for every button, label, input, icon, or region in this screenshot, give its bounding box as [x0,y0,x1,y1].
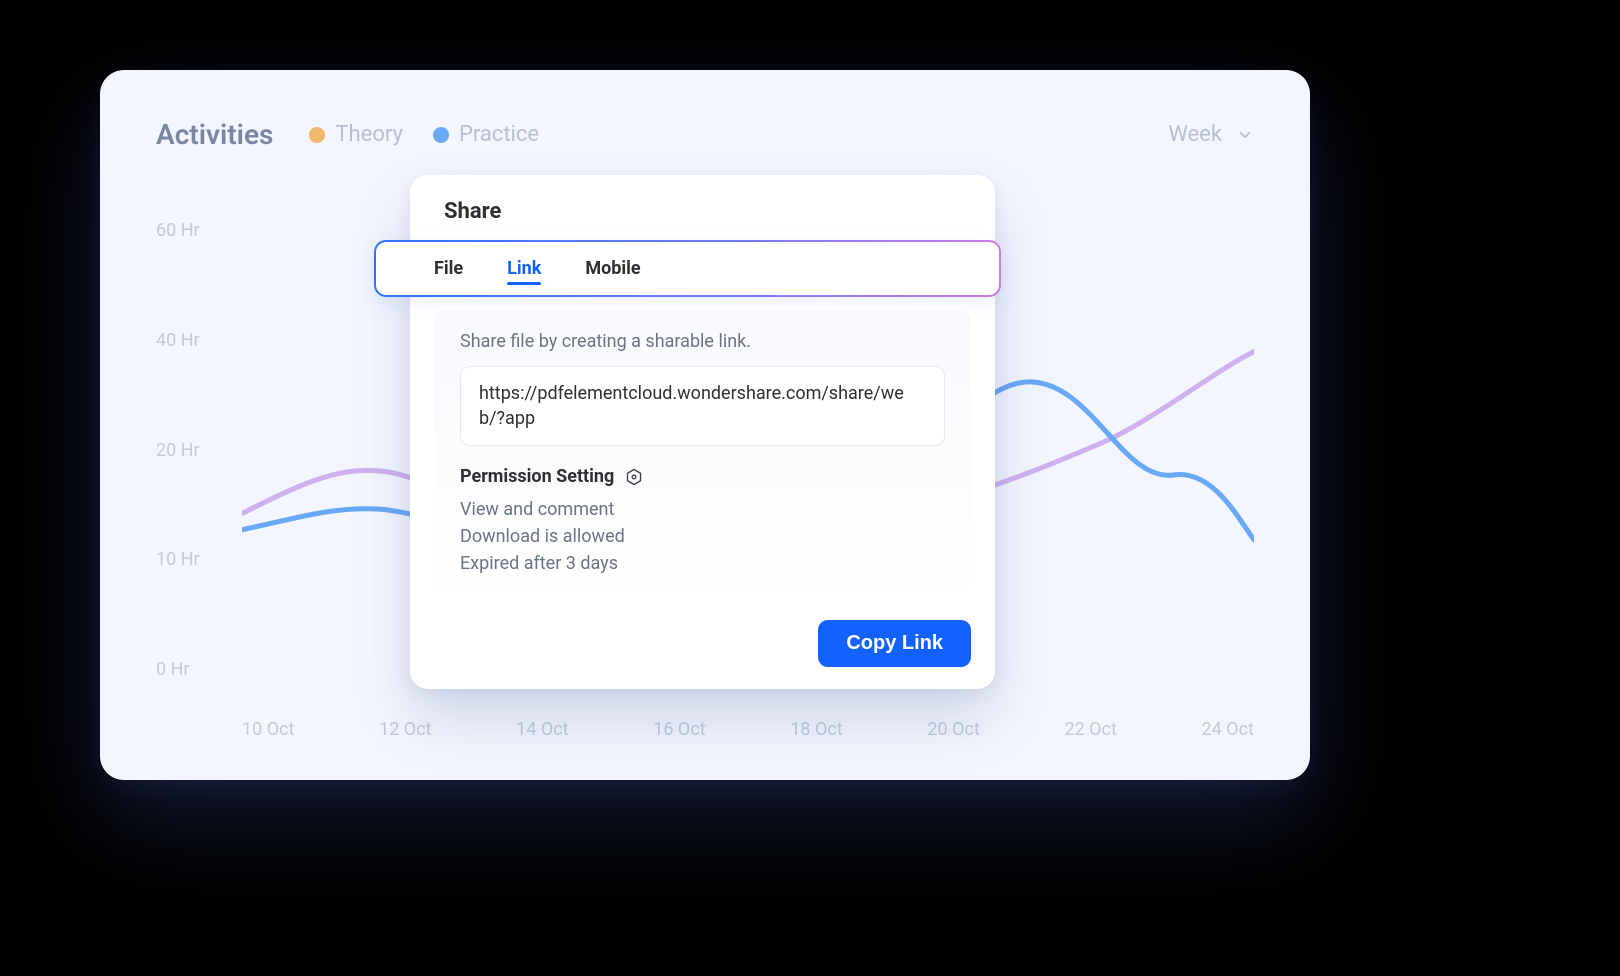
x-tick: 20 Oct [927,719,979,740]
share-tabs: File Link Mobile [374,240,1001,297]
permission-expiry: Expired after 3 days [460,553,945,574]
permission-view: View and comment [460,499,945,520]
legend-label-theory: Theory [335,122,403,147]
x-tick: 16 Oct [653,719,705,740]
tab-file[interactable]: File [434,258,463,279]
x-tick: 22 Oct [1064,719,1116,740]
header-row: Activities Theory Practice Week [156,118,1254,151]
chevron-down-icon [1236,126,1254,144]
legend-item-practice: Practice [433,122,539,147]
share-actions: Copy Link [434,620,971,667]
share-description: Share file by creating a sharable link. [460,331,945,352]
tab-link[interactable]: Link [507,258,541,279]
range-select[interactable]: Week [1168,122,1254,147]
dot-theory-icon [309,127,325,143]
y-tick: 0 Hr [156,659,200,680]
y-tick: 20 Hr [156,440,200,461]
copy-link-button[interactable]: Copy Link [818,620,971,667]
legend-item-theory: Theory [309,122,403,147]
x-tick: 10 Oct [242,719,294,740]
y-tick: 60 Hr [156,220,200,241]
x-tick: 12 Oct [379,719,431,740]
dot-practice-icon [433,127,449,143]
share-modal: Share File Link Mobile Share file by cre… [410,175,995,689]
x-tick: 14 Oct [516,719,568,740]
share-link-box[interactable]: https://pdfelementcloud.wondershare.com/… [460,366,945,446]
x-tick: 24 Oct [1202,719,1254,740]
y-tick: 10 Hr [156,549,200,570]
settings-gear-icon[interactable] [624,467,644,487]
y-axis-labels: 60 Hr 40 Hr 20 Hr 10 Hr 0 Hr [156,220,200,680]
legend: Theory Practice [309,122,539,147]
x-axis-labels: 10 Oct 12 Oct 14 Oct 16 Oct 18 Oct 20 Oc… [242,719,1254,740]
permission-download: Download is allowed [460,526,945,547]
legend-label-practice: Practice [459,122,539,147]
y-tick: 40 Hr [156,330,200,351]
permission-heading: Permission Setting [460,466,614,487]
tab-mobile[interactable]: Mobile [585,258,640,279]
activities-title: Activities [156,118,273,151]
share-body: Share file by creating a sharable link. … [434,311,971,606]
share-title: Share [444,199,971,224]
permission-heading-row: Permission Setting [460,466,945,487]
x-tick: 18 Oct [790,719,842,740]
header-left: Activities Theory Practice [156,118,539,151]
range-label: Week [1168,122,1222,147]
